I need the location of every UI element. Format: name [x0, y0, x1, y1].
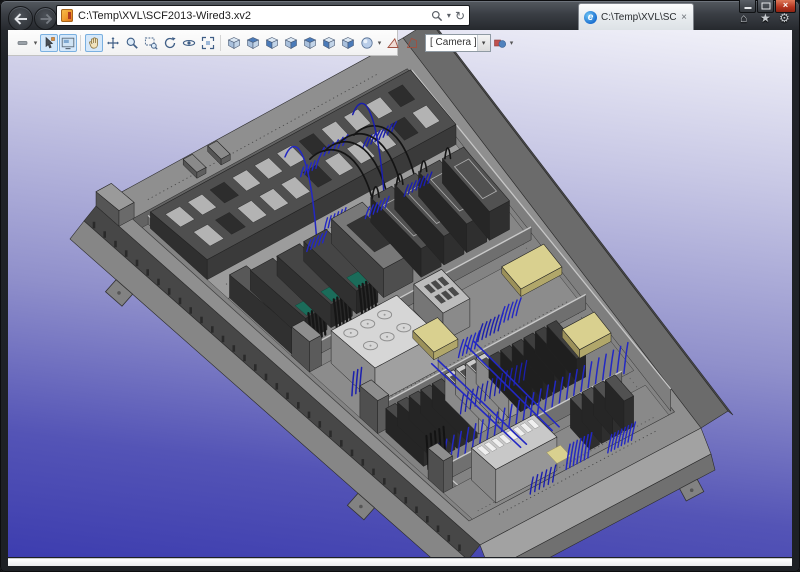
browser-chrome: C:\Temp\XVL\SCF2013-Wired3.xv2 ▾ ↻ e C:\…	[0, 0, 800, 30]
view-iso-button[interactable]	[225, 34, 243, 52]
view-back-button[interactable]	[263, 34, 281, 52]
back-button[interactable]	[8, 6, 33, 31]
close-button[interactable]: ×	[775, 0, 796, 13]
camera-selector-caret-icon[interactable]: ▾	[477, 35, 490, 51]
orthographic-mode-button[interactable]	[403, 34, 421, 52]
view-right-button[interactable]	[301, 34, 319, 52]
pan-tool-button[interactable]	[85, 34, 103, 52]
view-bottom-button[interactable]	[339, 34, 357, 52]
favorites-star-icon[interactable]: ★	[760, 11, 771, 25]
camera-selector-value: [ Camera ]	[426, 37, 477, 48]
minimize-button[interactable]	[739, 0, 756, 13]
back-arrow-icon	[14, 13, 27, 24]
tab-title: C:\Temp\XVL\SCF2013-Wir...	[601, 12, 676, 23]
tab-close-icon[interactable]: ×	[680, 12, 688, 23]
zoom-area-tool-button[interactable]	[142, 34, 160, 52]
shading-mode-button[interactable]	[358, 34, 376, 52]
model-3d[interactable]	[8, 30, 792, 557]
window-bottom-frame	[8, 558, 792, 566]
select-mode-button[interactable]	[40, 34, 58, 52]
move-tool-button[interactable]	[104, 34, 122, 52]
viewer-settings-caret-icon[interactable]: ▾	[510, 39, 514, 47]
address-favicon-icon	[61, 9, 73, 22]
spin-tool-button[interactable]	[180, 34, 198, 52]
toolbar-separator	[220, 35, 221, 51]
gear-icon[interactable]: ⚙	[779, 11, 790, 25]
maximize-button[interactable]	[757, 0, 774, 13]
camera-selector[interactable]: [ Camera ] ▾	[425, 34, 491, 52]
render-mode-button[interactable]	[59, 34, 77, 52]
view-top-button[interactable]	[320, 34, 338, 52]
perspective-mode-button[interactable]	[384, 34, 402, 52]
forward-arrow-icon	[40, 14, 52, 24]
refresh-icon[interactable]: ↻	[455, 10, 465, 22]
viewer-settings-button[interactable]	[491, 34, 509, 52]
home-icon[interactable]: ⌂	[740, 11, 747, 25]
rotate-tool-button[interactable]	[161, 34, 179, 52]
toolbar-separator	[80, 35, 81, 51]
view-front-button[interactable]	[244, 34, 262, 52]
address-url: C:\Temp\XVL\SCF2013-Wired3.xv2	[78, 10, 431, 22]
search-icon[interactable]	[431, 10, 443, 22]
view-left-button[interactable]	[282, 34, 300, 52]
tab-favicon-icon: e	[584, 11, 597, 24]
address-bar[interactable]: C:\Temp\XVL\SCF2013-Wired3.xv2 ▾ ↻	[56, 5, 470, 26]
browser-tab[interactable]: e C:\Temp\XVL\SCF2013-Wir... ×	[578, 3, 694, 30]
browser-window: C:\Temp\XVL\SCF2013-Wired3.xv2 ▾ ↻ e C:\…	[0, 0, 800, 572]
forward-button[interactable]	[34, 7, 57, 30]
fit-view-button[interactable]	[199, 34, 217, 52]
compact-menu-button[interactable]	[14, 34, 32, 52]
zoom-tool-button[interactable]	[123, 34, 141, 52]
compact-menu-caret-icon[interactable]: ▾	[32, 39, 39, 47]
page-content: ▾ ▾ [ Camera ] ▾ ▾	[8, 30, 792, 557]
address-dropdown-icon[interactable]: ▾	[447, 12, 451, 20]
xvl-viewport[interactable]	[8, 30, 792, 557]
shading-mode-caret-icon[interactable]: ▾	[376, 39, 383, 47]
viewer-toolbar: ▾▾ [ Camera ] ▾ ▾	[8, 30, 398, 56]
